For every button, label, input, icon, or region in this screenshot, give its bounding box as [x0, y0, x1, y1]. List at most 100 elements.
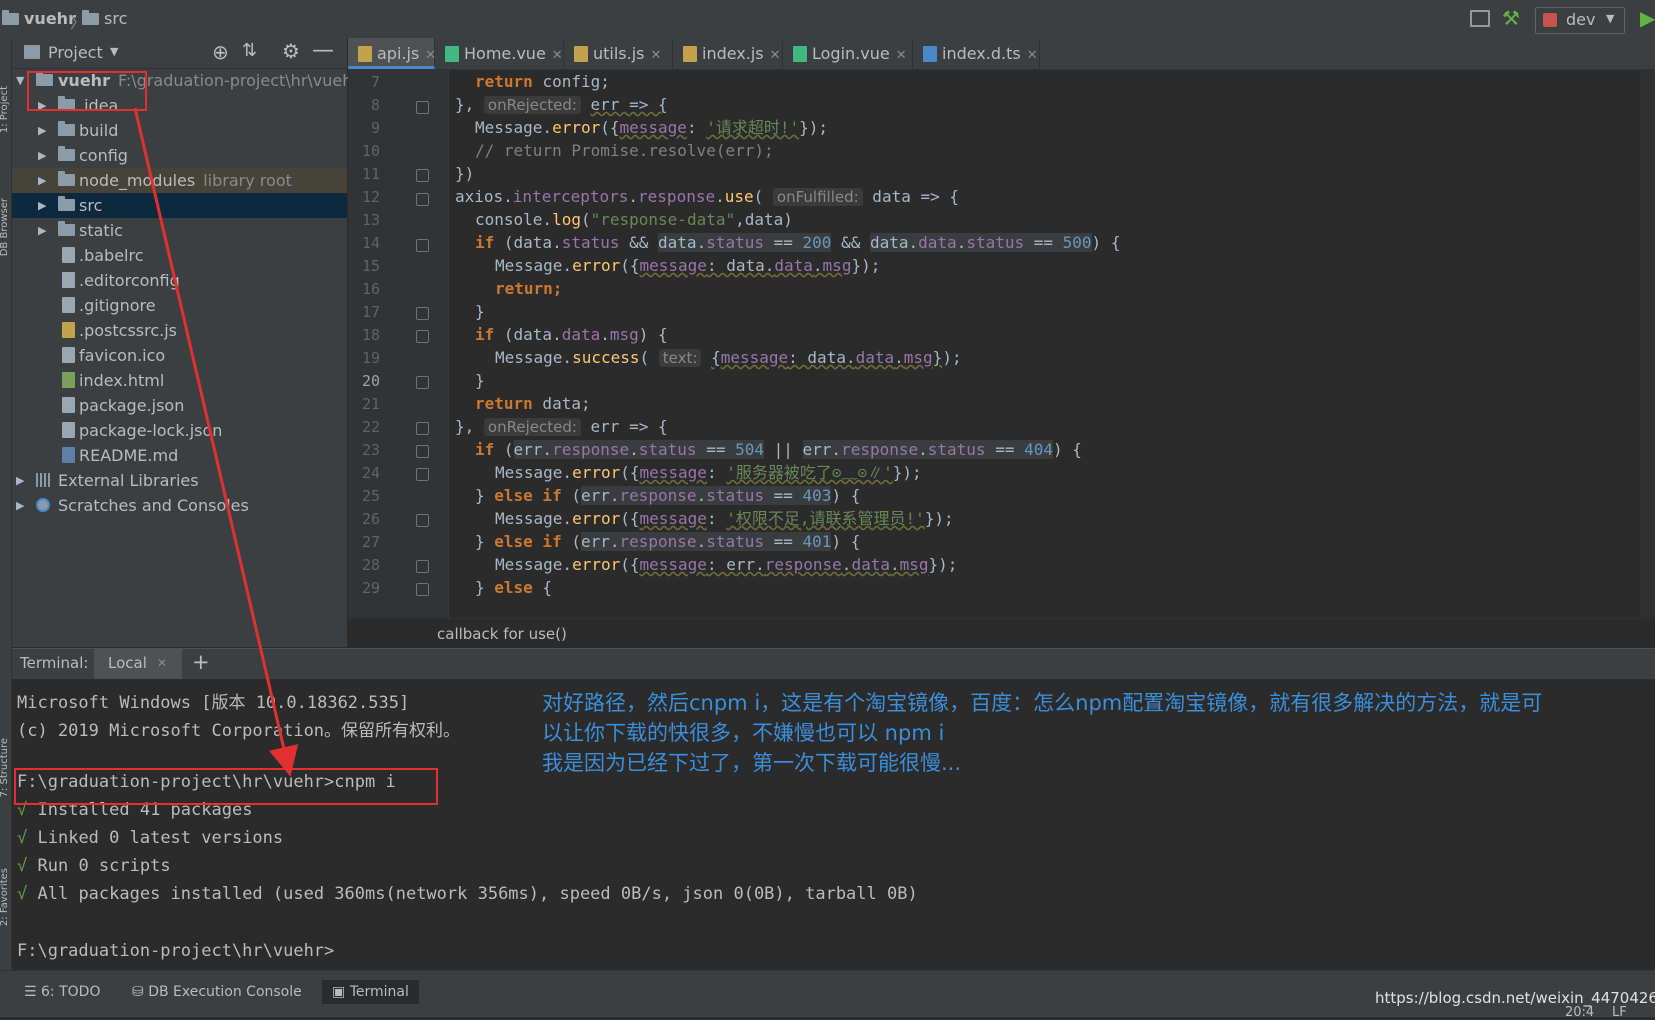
terminal-output[interactable]: Microsoft Windows [版本 10.0.18362.535] (c… [12, 679, 1655, 970]
tab-login-vue[interactable]: Login.vue ✕ [783, 38, 913, 69]
editor-tab-bar: api.js ✕ Home.vue ✕ utils.js ✕ index.js ✕ Lo… [348, 38, 1655, 70]
tree-item-gitignore[interactable]: .gitignore [12, 293, 347, 318]
markdown-file-icon [62, 447, 75, 463]
code-token: Message. [495, 509, 573, 528]
scratches-clock-icon [36, 498, 50, 512]
close-icon[interactable]: ✕ [651, 48, 662, 63]
build-hammer-icon[interactable]: ⚒ [1502, 6, 1520, 30]
locate-crosshair-icon[interactable]: ⊕ [212, 40, 229, 64]
line-number: 16 [361, 280, 380, 298]
tree-item-vuehr[interactable]: ▼ vuehr F:\graduation-project\hr\vuehr [12, 68, 359, 93]
project-structure-icon[interactable] [1470, 10, 1490, 27]
breadcrumb-project[interactable]: vuehr [2, 9, 76, 28]
close-icon[interactable]: ✕ [157, 656, 167, 670]
tab-utils-js[interactable]: utils.js ✕ [564, 38, 673, 69]
tree-item-build[interactable]: ▶ build [12, 118, 347, 143]
code-line: Message.success( text: {message: data.da… [455, 346, 962, 370]
close-icon[interactable]: ✕ [770, 48, 781, 63]
tree-item-config[interactable]: ▶ config [12, 143, 347, 168]
collapsed-arrow-icon[interactable]: ▶ [38, 168, 46, 193]
code-line: if (data.data.msg) { [455, 323, 668, 346]
fold-marker-icon[interactable] [416, 307, 429, 320]
add-terminal-icon[interactable]: + [192, 650, 210, 674]
fold-marker-icon[interactable] [416, 445, 429, 458]
expanded-arrow-icon[interactable]: ▼ [16, 68, 24, 93]
fold-marker-icon[interactable] [416, 193, 429, 206]
code-token: ({ [600, 118, 620, 137]
line-number: 21 [361, 395, 380, 413]
hide-panel-icon[interactable]: — [312, 38, 334, 63]
tree-item-node-modules[interactable]: ▶ node_modules library root [12, 168, 347, 193]
todo-tool-button[interactable]: ☰ 6: TODO [24, 980, 100, 1004]
fold-marker-icon[interactable] [416, 468, 429, 481]
tree-item-readme[interactable]: README.md [12, 443, 347, 468]
tree-item-editorconfig[interactable]: .editorconfig [12, 268, 347, 293]
string-token: '权限不足,请联系管理员!' [726, 509, 925, 528]
tree-item-scratches[interactable]: ▶ Scratches and Consoles [12, 493, 347, 518]
fold-marker-icon[interactable] [416, 560, 429, 573]
fold-marker-icon[interactable] [416, 583, 429, 596]
tab-home-vue[interactable]: Home.vue ✕ [435, 38, 564, 69]
close-icon[interactable]: ✕ [1027, 48, 1038, 63]
fold-marker-icon[interactable] [416, 422, 429, 435]
number-token: 403 [802, 486, 832, 505]
project-tool-button[interactable]: 1: Project [0, 86, 10, 133]
tree-item-package-lock-json[interactable]: package-lock.json [12, 418, 347, 443]
terminal-tab-local[interactable]: Local ✕ [94, 649, 182, 679]
run-configuration-select[interactable]: dev ▼ [1535, 7, 1625, 34]
line-separator[interactable]: LF [1612, 1005, 1627, 1020]
project-view-title[interactable]: Project [48, 43, 103, 62]
tree-item-label: .postcssrc.js [79, 321, 177, 340]
tree-item-src[interactable]: ▶ src [12, 193, 347, 218]
terminal-tool-button[interactable]: ▣ Terminal [322, 980, 419, 1004]
tree-item-favicon[interactable]: favicon.ico [12, 343, 347, 368]
fold-marker-icon[interactable] [416, 239, 429, 252]
breadcrumb-function[interactable]: callback for use() [437, 619, 567, 649]
collapsed-arrow-icon[interactable]: ▶ [38, 118, 46, 143]
caret-position[interactable]: 20:4 [1565, 1005, 1594, 1020]
terminal-line: Linked 0 latest versions [37, 828, 284, 848]
fold-marker-icon[interactable] [416, 376, 429, 389]
tree-item-external-libraries[interactable]: ▶ External Libraries [12, 468, 347, 493]
fold-marker-icon[interactable] [416, 101, 429, 114]
tree-item-label: index.html [79, 371, 165, 390]
code-line: } [455, 300, 485, 323]
tree-item-package-json[interactable]: package.json [12, 393, 347, 418]
tab-api-js[interactable]: api.js ✕ [348, 38, 436, 69]
editor-scrollbar[interactable] [1640, 70, 1655, 618]
tree-item-babelrc[interactable]: .babelrc [12, 243, 347, 268]
structure-tool-button[interactable]: 7: Structure [0, 738, 10, 797]
fold-marker-icon[interactable] [416, 514, 429, 527]
tab-index-js[interactable]: index.js ✕ [673, 38, 783, 69]
breadcrumb-folder[interactable]: src [82, 9, 127, 28]
code-line: } else if (err.response.status == 403) { [455, 484, 860, 507]
code-editor[interactable]: return config; }, onRejected: err => { M… [449, 70, 1655, 618]
tab-index-d-ts[interactable]: index.d.ts ✕ [913, 38, 1040, 69]
close-icon[interactable]: ✕ [896, 48, 907, 63]
folder-icon [36, 71, 53, 86]
db-browser-tool-button[interactable]: DB Browser [0, 198, 10, 256]
gear-icon[interactable]: ⚙ [282, 39, 300, 63]
collapsed-arrow-icon[interactable]: ▶ [38, 143, 46, 168]
fold-marker-icon[interactable] [416, 330, 429, 343]
collapsed-arrow-icon[interactable]: ▶ [16, 493, 24, 518]
tree-item-index-html[interactable]: index.html [12, 368, 347, 393]
tree-item-static[interactable]: ▶ static [12, 218, 347, 243]
collapsed-arrow-icon[interactable]: ▶ [38, 93, 46, 118]
close-icon[interactable]: ✕ [552, 48, 563, 63]
line-number: 23 [361, 441, 380, 459]
favorites-tool-button[interactable]: 2: Favorites [0, 868, 10, 926]
run-icon[interactable]: ▶ [1640, 6, 1655, 30]
tree-item-postcssrc[interactable]: .postcssrc.js [12, 318, 347, 343]
code-token: ( [561, 532, 581, 551]
collapsed-arrow-icon[interactable]: ▶ [38, 193, 46, 218]
tree-item-idea[interactable]: ▶ .idea [12, 93, 347, 118]
collapsed-arrow-icon[interactable]: ▶ [16, 468, 24, 493]
db-console-tool-button[interactable]: ⛁ DB Execution Console [132, 980, 302, 1004]
chevron-down-icon[interactable]: ▼ [110, 45, 118, 58]
fold-marker-icon[interactable] [416, 169, 429, 182]
collapsed-arrow-icon[interactable]: ▶ [38, 218, 46, 243]
collapse-all-icon[interactable]: ⇅ [242, 40, 257, 61]
code-line: console.log("response-data",data) [455, 208, 793, 231]
keyword-token: return [475, 72, 533, 91]
